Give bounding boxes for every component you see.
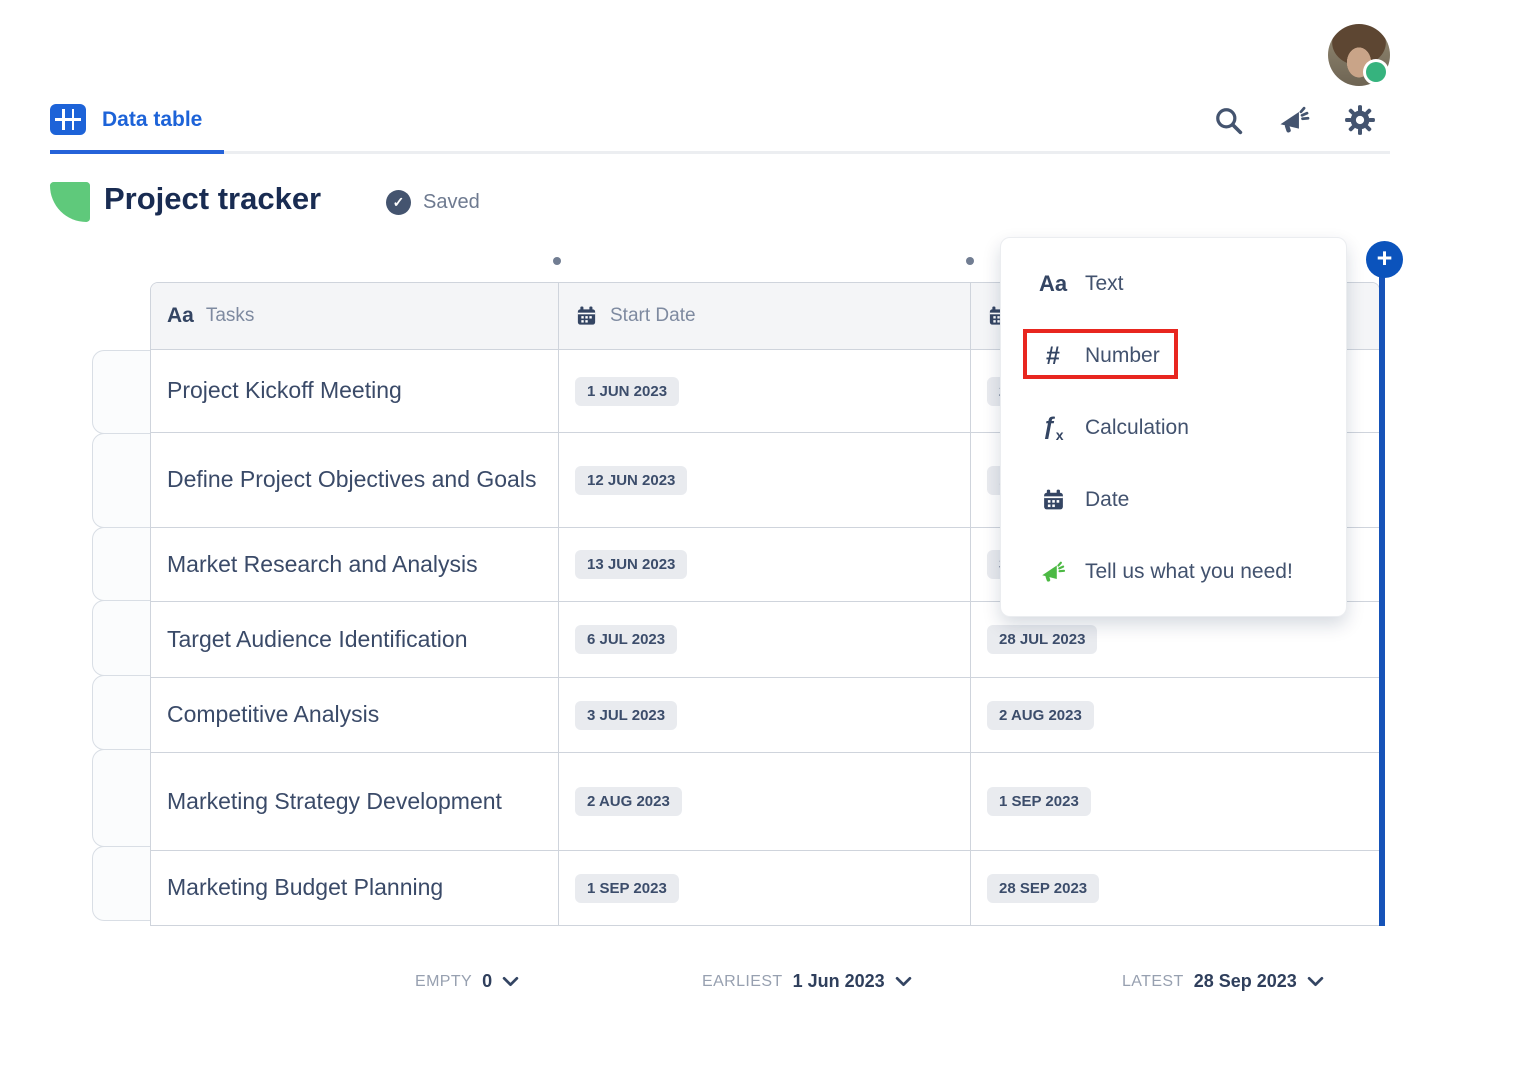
task-cell[interactable]: Market Research and Analysis xyxy=(151,528,559,602)
column-handle-dot[interactable] xyxy=(553,257,561,265)
date-chip[interactable]: 1 SEP 2023 xyxy=(575,874,679,903)
date-chip[interactable]: 28 JUL 2023 xyxy=(987,625,1097,654)
calculation-type-icon: ƒx xyxy=(1035,413,1071,443)
column-label: Start Date xyxy=(610,305,696,327)
end-date-cell[interactable]: 1 SEP 2023 xyxy=(971,753,1379,851)
menu-item-number[interactable]: # Number xyxy=(1001,320,1346,392)
end-date-cell[interactable]: 2 AUG 2023 xyxy=(971,678,1379,753)
menu-item-date[interactable]: Date xyxy=(1001,464,1346,536)
start-date-cell[interactable]: 1 SEP 2023 xyxy=(559,851,971,926)
table-row: Marketing Strategy Development 2 AUG 202… xyxy=(151,753,1379,851)
page: Data table xyxy=(0,0,1520,1067)
start-date-cell[interactable]: 12 JUN 2023 xyxy=(559,433,971,528)
task-text: Competitive Analysis xyxy=(167,697,379,733)
footer-empty-summary[interactable]: EMPTY 0 xyxy=(415,971,519,992)
column-type-menu: Aa Text # Number ƒx Calculation Date xyxy=(1000,237,1347,617)
table-row: Marketing Budget Planning 1 SEP 2023 28 … xyxy=(151,851,1379,926)
date-chip[interactable]: 3 JUL 2023 xyxy=(575,701,677,730)
topbar-icons xyxy=(1212,104,1376,136)
date-chip[interactable]: 1 SEP 2023 xyxy=(987,787,1091,816)
tab-data-table[interactable]: Data table xyxy=(50,104,202,135)
start-date-cell[interactable]: 6 JUL 2023 xyxy=(559,602,971,678)
row-drag-handle[interactable] xyxy=(92,600,151,676)
active-tab-underline xyxy=(50,150,224,154)
table-row: Competitive Analysis 3 JUL 2023 2 AUG 20… xyxy=(151,678,1379,753)
online-status-dot xyxy=(1366,62,1386,82)
start-date-cell[interactable]: 3 JUL 2023 xyxy=(559,678,971,753)
task-cell[interactable]: Marketing Budget Planning xyxy=(151,851,559,926)
megaphone-icon xyxy=(1035,559,1071,585)
column-handle-dot[interactable] xyxy=(966,257,974,265)
task-cell[interactable]: Project Kickoff Meeting xyxy=(151,350,559,433)
row-drag-handle[interactable] xyxy=(92,749,151,847)
menu-item-calculation[interactable]: ƒx Calculation xyxy=(1001,392,1346,464)
task-text: Marketing Strategy Development xyxy=(167,784,502,820)
row-drag-handle[interactable] xyxy=(92,846,151,921)
page-title: Project tracker xyxy=(104,181,321,217)
menu-item-text[interactable]: Aa Text xyxy=(1001,248,1346,320)
start-date-cell[interactable]: 13 JUN 2023 xyxy=(559,528,971,602)
check-circle-icon: ✓ xyxy=(386,190,411,215)
search-icon[interactable] xyxy=(1212,104,1244,136)
task-text: Market Research and Analysis xyxy=(167,547,478,583)
date-chip[interactable]: 6 JUL 2023 xyxy=(575,625,677,654)
row-drag-handle[interactable] xyxy=(92,433,151,528)
date-chip[interactable]: 13 JUN 2023 xyxy=(575,550,687,579)
add-column-button[interactable]: + xyxy=(1366,241,1403,278)
end-date-cell[interactable]: 28 SEP 2023 xyxy=(971,851,1379,926)
chevron-down-icon xyxy=(1307,976,1324,987)
row-drag-handle[interactable] xyxy=(92,675,151,750)
date-chip[interactable]: 2 AUG 2023 xyxy=(575,787,682,816)
menu-item-feedback[interactable]: Tell us what you need! xyxy=(1001,536,1346,608)
column-header-tasks[interactable]: Aa Tasks xyxy=(151,283,559,350)
tab-label: Data table xyxy=(102,108,202,132)
task-text: Define Project Objectives and Goals xyxy=(167,462,536,498)
column-label: Tasks xyxy=(206,305,255,327)
insert-column-indicator-line xyxy=(1379,274,1385,926)
chevron-down-icon xyxy=(502,976,519,987)
text-type-icon: Aa xyxy=(167,304,194,328)
table-footer: EMPTY 0 EARLIEST 1 Jun 2023 LATEST 28 Se… xyxy=(0,971,1520,1003)
text-type-icon: Aa xyxy=(1035,271,1071,297)
page-emoji-leaf-icon xyxy=(50,182,90,222)
task-cell[interactable]: Define Project Objectives and Goals xyxy=(151,433,559,528)
footer-earliest-summary[interactable]: EARLIEST 1 Jun 2023 xyxy=(702,971,912,992)
date-chip[interactable]: 12 JUN 2023 xyxy=(575,466,687,495)
row-drag-handle[interactable] xyxy=(92,527,151,601)
task-cell[interactable]: Competitive Analysis xyxy=(151,678,559,753)
calendar-icon xyxy=(575,305,598,328)
calendar-icon xyxy=(1035,488,1071,513)
announcements-icon[interactable] xyxy=(1278,104,1310,136)
row-handles xyxy=(92,350,151,921)
column-header-start-date[interactable]: Start Date xyxy=(559,283,971,350)
gear-icon[interactable] xyxy=(1344,104,1376,136)
start-date-cell[interactable]: 1 JUN 2023 xyxy=(559,350,971,433)
footer-latest-summary[interactable]: LATEST 28 Sep 2023 xyxy=(1122,971,1324,992)
task-cell[interactable]: Marketing Strategy Development xyxy=(151,753,559,851)
saved-status: ✓ Saved xyxy=(386,190,480,215)
date-chip[interactable]: 28 SEP 2023 xyxy=(987,874,1099,903)
task-cell[interactable]: Target Audience Identification xyxy=(151,602,559,678)
date-chip[interactable]: 1 JUN 2023 xyxy=(575,377,679,406)
date-chip[interactable]: 2 AUG 2023 xyxy=(987,701,1094,730)
row-drag-handle[interactable] xyxy=(92,350,151,434)
task-text: Project Kickoff Meeting xyxy=(167,373,402,409)
tabbar-divider xyxy=(50,151,1390,154)
number-type-icon: # xyxy=(1035,342,1071,371)
start-date-cell[interactable]: 2 AUG 2023 xyxy=(559,753,971,851)
task-text: Marketing Budget Planning xyxy=(167,870,443,906)
chevron-down-icon xyxy=(895,976,912,987)
saved-label: Saved xyxy=(423,191,480,214)
task-text: Target Audience Identification xyxy=(167,622,467,658)
table-grid-icon xyxy=(50,104,86,135)
